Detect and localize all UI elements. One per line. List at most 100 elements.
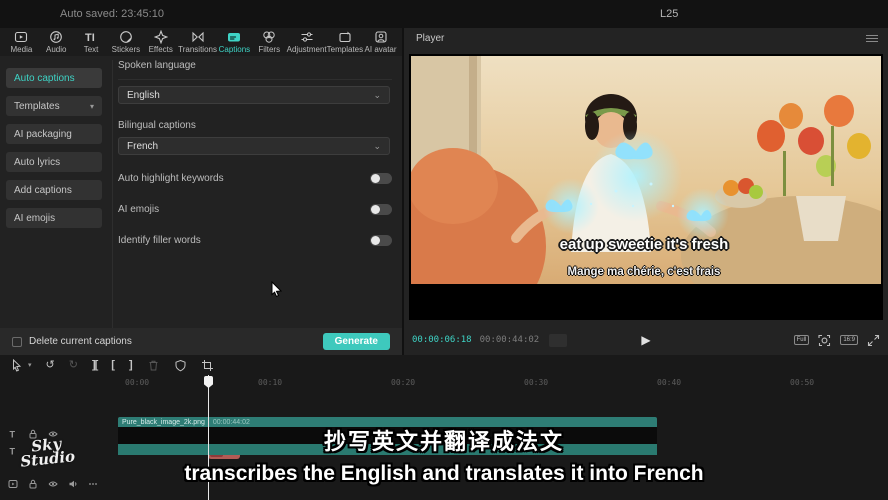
trim-right-icon[interactable]: ] (129, 359, 133, 372)
sidebar-item-ai-packaging[interactable]: AI packaging (6, 124, 102, 144)
focus-icon[interactable] (818, 334, 831, 347)
toggle-knob (371, 205, 380, 214)
templates-icon (338, 30, 352, 44)
tab-label: Adjustment (287, 45, 327, 54)
toggle-row-highlight: Auto highlight keywords (118, 171, 392, 185)
delete-icon[interactable] (147, 359, 160, 372)
more-options-icon[interactable] (88, 479, 98, 489)
tab-effects[interactable]: Effects (143, 30, 178, 54)
toggle-row-filler-words: Identify filler words (118, 233, 392, 247)
toggle-knob (371, 174, 380, 183)
delete-captions-label: Delete current captions (29, 336, 132, 347)
text-icon: TI (84, 30, 98, 44)
video-clip-name: Pure_black_image_2k.png (122, 419, 205, 426)
captions-sidebar: Auto captions Templates▾ AI packaging Au… (6, 68, 108, 236)
select-tool-icon[interactable] (10, 359, 23, 372)
chevron-down-icon: ⌄ (373, 90, 381, 101)
toggle-knob (371, 236, 380, 245)
play-button[interactable]: ▶ (641, 333, 650, 347)
audio-icon (49, 30, 63, 44)
auto-highlight-toggle[interactable] (370, 173, 392, 184)
ruler-tick: 00:20 (391, 378, 415, 387)
player-header: Player (404, 28, 888, 50)
video-caption-secondary: Mange ma chérie, c'est frais (409, 266, 879, 278)
tab-captions[interactable]: Captions (217, 30, 252, 54)
tab-label: Stickers (112, 45, 140, 54)
eye-icon[interactable] (48, 429, 58, 439)
ruler-tick: 00:50 (790, 378, 814, 387)
spoken-language-label: Spoken language (118, 60, 392, 80)
spoken-language-value: English (127, 90, 160, 101)
audio-waveform-strip[interactable] (118, 444, 657, 455)
bilingual-captions-label: Bilingual captions (118, 120, 392, 131)
tab-text[interactable]: TI Text (74, 30, 109, 54)
video-clip-filmstrip[interactable] (118, 427, 657, 444)
bilingual-language-select[interactable]: French ⌄ (118, 137, 390, 155)
main-toolbar: Media Audio TI Text Stickers Effects Tra… (0, 28, 402, 56)
split-icon[interactable]: ][ (92, 359, 97, 372)
player-controls: 00:00:06:18 00:00:44:02 ▶ Full 16:9 (404, 325, 888, 355)
tab-filters[interactable]: Filters (252, 30, 287, 54)
effects-icon (154, 30, 168, 44)
tab-templates[interactable]: Templates (327, 30, 363, 54)
tab-ai-avatar[interactable]: AI avatar (363, 30, 398, 54)
player-menu-icon[interactable] (866, 35, 878, 44)
tab-media[interactable]: Media (4, 30, 39, 54)
undo-icon[interactable]: ↺ (46, 359, 55, 372)
filler-words-toggle[interactable] (370, 235, 392, 246)
chevron-down-icon: ⌄ (373, 141, 381, 152)
sidebar-item-auto-lyrics[interactable]: Auto lyrics (6, 152, 102, 172)
transitions-icon (191, 30, 205, 44)
sidebar-item-add-captions[interactable]: Add captions (6, 180, 102, 200)
tab-label: Audio (46, 45, 66, 54)
crop-icon[interactable] (201, 359, 214, 372)
media-icon (14, 30, 28, 44)
sidebar-item-ai-emojis[interactable]: AI emojis (6, 208, 102, 228)
mute-icon[interactable] (68, 479, 78, 489)
timeline-tracks: A1 eat A1 Man Pure_black_image_2k.png 00… (115, 391, 888, 500)
timeline-panel: ▾ ↺ ↻ ][ [ ] 00:00 00:10 00:20 00:30 00:… (0, 355, 888, 500)
caption-track-header-1: T (8, 429, 58, 439)
video-clip-name-bar[interactable]: Pure_black_image_2k.png 00:00:44:02 (118, 417, 657, 427)
tab-label: Transitions (178, 45, 217, 54)
tab-label: Text (84, 45, 99, 54)
video-track-icon (8, 479, 18, 489)
tab-transitions[interactable]: Transitions (178, 30, 217, 54)
playhead[interactable] (208, 375, 209, 500)
delete-captions-checkbox[interactable] (12, 337, 22, 347)
ruler-tick: 00:30 (524, 378, 548, 387)
stickers-icon (119, 30, 133, 44)
trim-left-icon[interactable]: [ (111, 359, 115, 372)
mask-icon[interactable] (174, 359, 187, 372)
lock-icon[interactable] (28, 429, 38, 439)
tab-adjustment[interactable]: Adjustment (287, 30, 327, 54)
captions-icon (227, 30, 241, 44)
timeline-toolbar: ▾ ↺ ↻ ][ [ ] (0, 355, 888, 375)
tab-stickers[interactable]: Stickers (108, 30, 143, 54)
sidebar-item-auto-captions[interactable]: Auto captions (6, 68, 102, 88)
text-track-icon: T (8, 429, 18, 439)
video-preview[interactable]: eat up sweetie it's fresh Mange ma chéri… (409, 54, 883, 320)
player-panel: Player (404, 28, 888, 355)
ai-emojis-toggle[interactable] (370, 204, 392, 215)
redo-icon[interactable]: ↻ (69, 359, 78, 372)
lock-icon[interactable] (28, 479, 38, 489)
select-tool-chevron-icon[interactable]: ▾ (28, 361, 32, 369)
timecode-options-button[interactable] (549, 334, 567, 347)
aspect-ratio-badge[interactable]: 16:9 (840, 335, 858, 345)
captions-panel: Media Audio TI Text Stickers Effects Tra… (0, 28, 402, 355)
quality-badge[interactable]: Full (794, 335, 810, 345)
project-title: L25 (660, 8, 678, 20)
ruler-tick: 00:10 (258, 378, 282, 387)
total-timecode: 00:00:44:02 (480, 335, 540, 345)
spoken-language-select[interactable]: English ⌄ (118, 86, 390, 104)
video-clip-duration: 00:00:44:02 (213, 419, 250, 426)
eye-icon[interactable] (48, 479, 58, 489)
video-caption-primary: eat up sweetie it's fresh (409, 236, 879, 253)
generate-button[interactable]: Generate (323, 333, 390, 350)
caption-track-header-2: T (8, 446, 18, 456)
fullscreen-icon[interactable] (867, 334, 880, 347)
sidebar-item-templates[interactable]: Templates▾ (6, 96, 102, 116)
tab-audio[interactable]: Audio (39, 30, 74, 54)
timeline-ruler[interactable]: 00:00 00:10 00:20 00:30 00:40 00:50 (0, 375, 888, 391)
